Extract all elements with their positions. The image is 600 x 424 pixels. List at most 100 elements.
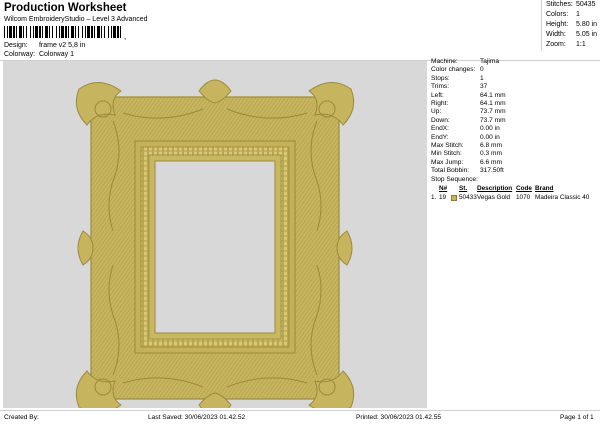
- row-stitches: 50433: [459, 194, 477, 202]
- machine-label: Color changes:: [431, 66, 476, 74]
- machine-row: Color changes: 0: [428, 66, 600, 74]
- barcode-bar: [16, 26, 17, 38]
- machine-label: Stops:: [431, 74, 450, 82]
- machine-label: Machine:: [431, 58, 458, 65]
- stat-value: 5.05 in: [576, 31, 598, 38]
- stat-label: Width:: [546, 31, 566, 38]
- machine-value: 0.00 in: [480, 125, 500, 133]
- machine-label: Right:: [431, 99, 449, 107]
- machine-details: Machine: Tajima Color changes: 0 Stops: 1 T…: [428, 58, 600, 218]
- barcode-bar: [59, 26, 60, 38]
- machine-value: 0.3 mm: [480, 150, 502, 158]
- last-saved: Last Saved: 30/06/2023 01.42.52: [148, 414, 246, 421]
- machine-row: Right: 64.1 mm: [428, 100, 600, 108]
- col-header-description: Description: [477, 185, 513, 193]
- machine-label: EndY:: [431, 133, 449, 141]
- barcode-bar: [65, 26, 67, 38]
- barcode-suffix: ,: [124, 32, 127, 41]
- machine-row: Machine: Tajima: [428, 58, 600, 66]
- barcode-bar: [4, 26, 5, 38]
- barcode-image: [4, 26, 121, 38]
- stat-colors: Colors: 1: [542, 10, 600, 20]
- col-header-n: N#: [439, 185, 448, 193]
- barcode-bar: [94, 26, 95, 38]
- thread-color-swatch: [451, 194, 457, 201]
- barcode-bar: [33, 26, 34, 38]
- colorway-value: Colorway 1: [38, 51, 74, 58]
- stat-label: Height:: [546, 21, 569, 28]
- stat-height: Height: 5.80 in: [542, 20, 600, 30]
- machine-value: 37: [480, 83, 488, 91]
- machine-row: Down: 73.7 mm: [428, 117, 600, 125]
- stop-sequence-title: Stop Sequence:: [431, 176, 478, 184]
- machine-value: 6.6 mm: [480, 158, 502, 166]
- barcode-bar: [82, 26, 83, 38]
- barcode-bar: [42, 26, 43, 38]
- design-value: frame v2 5,8 in: [38, 42, 86, 49]
- barcode-bar: [71, 26, 74, 38]
- colorway-label: Colorway:: [4, 51, 36, 58]
- machine-label: Trims:: [431, 83, 450, 91]
- barcode-bar: [108, 26, 109, 38]
- table-row: 1. 19 50433 Vegas Gold 1070 Madeira Clas…: [428, 193, 600, 202]
- created-by: Created By:: [4, 414, 39, 421]
- barcode-bar: [35, 26, 38, 38]
- machine-row: EndY: 0.00 in: [428, 134, 600, 142]
- stat-label: Stitches:: [546, 1, 573, 8]
- machine-row: Min Stitch: 0.3 mm: [428, 150, 600, 158]
- barcode-bar: [75, 26, 76, 38]
- page-number: Page 1 of 1: [560, 414, 594, 421]
- machine-label: EndX:: [431, 125, 449, 133]
- row-code: 1070: [516, 194, 531, 202]
- machine-value: 1: [480, 74, 484, 82]
- machine-row: Trims: 37: [428, 83, 600, 91]
- stat-value: 1:1: [576, 41, 586, 48]
- barcode-bar: [9, 26, 12, 38]
- machine-label: Total Bobbin:: [431, 167, 470, 175]
- stat-label: Zoom:: [546, 41, 566, 48]
- machine-label: Down:: [431, 116, 450, 124]
- barcode-bar: [56, 26, 57, 38]
- stop-sequence-header: N# St. Description Code Brand: [428, 184, 600, 193]
- machine-row: Up: 73.7 mm: [428, 108, 600, 116]
- machine-label: Left:: [431, 91, 444, 99]
- machine-value: 64.1 mm: [480, 99, 506, 107]
- design-row: Design: frame v2 5,8 in: [4, 42, 85, 49]
- barcode-bar: [120, 26, 121, 38]
- col-header-code: Code: [516, 185, 532, 193]
- machine-row: Stops: 1: [428, 75, 600, 83]
- stat-width: Width: 5.05 in: [542, 30, 600, 40]
- machine-value: 6.8 mm: [480, 141, 502, 149]
- barcode-bar: [104, 26, 105, 38]
- machine-value: 0: [480, 66, 484, 74]
- barcode-bar: [13, 26, 15, 38]
- machine-value: 73.7 mm: [480, 116, 506, 124]
- barcode-bar: [117, 26, 119, 38]
- design-stats: Stitches: 50435 Colors: 1 Height: 5.80 in W…: [541, 0, 600, 51]
- machine-row: Max Jump: 6.6 mm: [428, 159, 600, 167]
- machine-value: Tajima: [480, 58, 500, 65]
- machine-label: Max Jump:: [431, 158, 464, 166]
- stat-stitches: Stitches: 50435: [542, 0, 600, 10]
- machine-row: Max Stitch: 6.8 mm: [428, 142, 600, 150]
- row-index: 1.: [431, 194, 437, 202]
- design-preview: [3, 61, 427, 408]
- barcode-bar: [111, 26, 112, 38]
- machine-label: Min Stitch:: [431, 150, 462, 158]
- stat-zoom: Zoom: 1:1: [542, 40, 600, 50]
- col-spacer: [451, 184, 459, 193]
- barcode-bar: [19, 26, 22, 38]
- row-needle: 19: [439, 194, 447, 202]
- barcode-bar: [61, 26, 64, 38]
- barcode-bar: [49, 26, 50, 38]
- row-description: Vegas Gold: [477, 194, 511, 202]
- worksheet-header: Production Worksheet Wilcom EmbroiderySt…: [0, 0, 600, 60]
- machine-label: Max Stitch:: [431, 141, 464, 149]
- design-label: Design:: [4, 42, 28, 49]
- printed-date: Printed: 30/06/2023 01.42.55: [356, 414, 442, 421]
- barcode-bar: [97, 26, 100, 38]
- barcode-bar: [23, 26, 24, 38]
- software-subtitle: Wilcom EmbroideryStudio – Level 3 Advanc…: [4, 16, 148, 23]
- machine-value: 73.7 mm: [480, 108, 506, 116]
- stat-value: 50435: [576, 1, 596, 8]
